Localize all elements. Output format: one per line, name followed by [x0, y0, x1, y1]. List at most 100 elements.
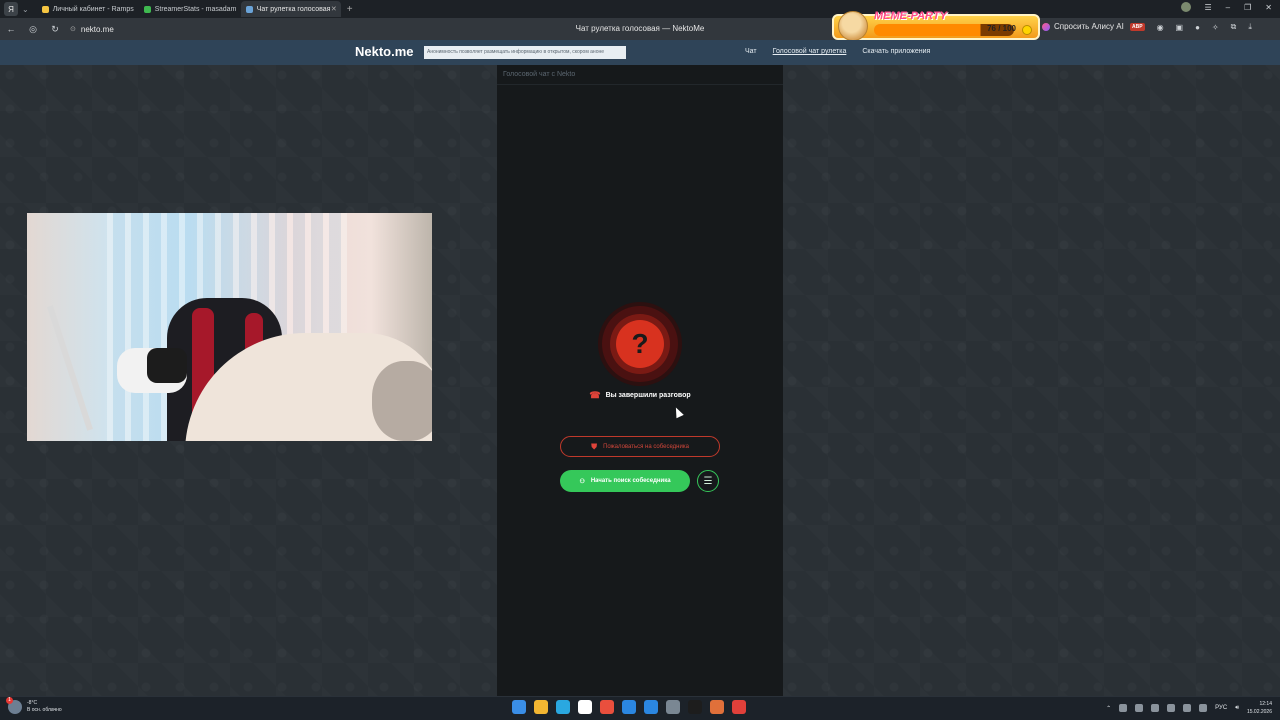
start-search-button[interactable]: ⚇ Начать поиск собеседника [560, 470, 690, 492]
streamerstats-favicon-icon [143, 5, 151, 13]
url-text: nekto.me [80, 24, 114, 34]
tab-label: Чат рулетка голосовая [256, 5, 331, 13]
call-ended-text: Вы завершили разговор [605, 392, 691, 399]
doge-icon [838, 11, 868, 41]
question-mark: ? [616, 320, 664, 368]
weather-widget[interactable]: 1 -8°C В осн. облачно [6, 697, 62, 714]
menu-icon[interactable]: ☰ [1205, 3, 1212, 12]
extension-icons: ABP ◉ ▣ ● ✧ ⧉ ⤓ [1130, 22, 1252, 32]
anonymity-notice: Анонимность позволяет размещать информац… [424, 46, 626, 59]
webcam-head [372, 361, 432, 441]
tab-close-icon[interactable]: ✕ [331, 5, 337, 13]
webcam-mic-head [147, 348, 187, 383]
taskbar-app-icon[interactable] [534, 700, 548, 714]
weather-temperature: -8°C [27, 700, 38, 706]
system-tray: ⌃ РУС 🔊︎ 12:14 15.02.2026 [1106, 700, 1272, 716]
nav-voice-chat-link[interactable]: Голосовой чат рулетка [773, 48, 847, 55]
tab-label: StreamerStats - masadam [154, 5, 237, 13]
tab-nekto-voice-chat[interactable]: Чат рулетка голосовая ✕ [240, 1, 341, 17]
yandex-home-icon[interactable]: ◎ [22, 24, 44, 35]
clock-time: 12:14 [1259, 701, 1272, 707]
nav-download-apps-link[interactable]: Скачать приложения [862, 48, 930, 55]
extension-icon[interactable]: ◉ [1157, 23, 1164, 32]
tray-chevron-icon[interactable]: ⌃ [1106, 705, 1111, 712]
volume-icon[interactable]: 🔊︎ [1235, 705, 1239, 712]
back-arrow-icon[interactable]: ← [0, 24, 22, 34]
extension-blue-icon[interactable]: ● [1195, 23, 1200, 32]
voice-chat-panel: Голосовой чат с Nekto ? ☎ Вы завершили р… [497, 65, 783, 696]
question-status-icon: ? [602, 306, 678, 382]
new-tab-button[interactable]: + [347, 4, 353, 15]
report-label: Пожаловаться на собеседника [603, 443, 689, 450]
taskbar-app-icon[interactable] [644, 700, 658, 714]
call-ended-status: ☎ Вы завершили разговор [497, 390, 783, 401]
user-search-icon: ⚇ [579, 478, 585, 485]
bookmark-icon[interactable]: ▣ [1176, 23, 1184, 32]
minimize-icon[interactable]: – [1226, 3, 1230, 12]
tab-list-chevron-icon[interactable]: ⌄ [22, 5, 29, 14]
report-partner-button[interactable]: ⛊ Пожаловаться на собеседника [560, 436, 720, 457]
tray-app-icon[interactable] [1119, 704, 1128, 712]
clock[interactable]: 12:14 15.02.2026 [1247, 700, 1272, 716]
taskbar-app-icon[interactable] [688, 700, 702, 714]
weather-description: В осн. облачно [27, 707, 62, 713]
url-field[interactable]: ⊙ nekto.me [70, 25, 114, 34]
weather-badge: 1 [6, 697, 13, 704]
window-controls: ☰ – ❐ ✕ [1180, 2, 1272, 12]
taskbar-app-icon[interactable] [622, 700, 636, 714]
taskbar-apps [512, 700, 746, 714]
meme-party-title: MEME-PARTY [874, 10, 947, 22]
windows-taskbar: 1 -8°C В осн. облачно ⌃ РУС 🔊︎ 12:14 15.… [0, 696, 1280, 720]
nekto-logo[interactable]: Nekto.me [355, 44, 414, 59]
tray-app-icon[interactable] [1151, 704, 1160, 712]
taskbar-app-icon[interactable] [666, 700, 680, 714]
tray-app-icon[interactable] [1167, 704, 1176, 712]
restore-icon[interactable]: ❐ [1244, 3, 1251, 12]
shield-icon: ⛊ [591, 441, 598, 451]
search-settings-button[interactable]: ☰ [697, 470, 719, 492]
question-ring: ? [610, 314, 670, 374]
meme-party-score: 76 / 100 [987, 24, 1016, 33]
site-nav: Чат Голосовой чат рулетка Скачать прилож… [745, 48, 930, 55]
ask-alice-button[interactable]: Спросить Алису AI [1042, 22, 1124, 31]
nekto-favicon-icon [245, 5, 253, 13]
collections-icon[interactable]: ⧉ [1231, 22, 1237, 32]
nav-chat-link[interactable]: Чат [745, 48, 757, 55]
taskbar-app-icon[interactable] [556, 700, 570, 714]
tray-app-icon[interactable] [1183, 704, 1192, 712]
taskbar-app-icon[interactable] [512, 700, 526, 714]
reload-icon[interactable]: ↻ [44, 24, 66, 35]
tab-ramps[interactable]: Личный кабинет - Ramps [37, 1, 137, 17]
adblock-plus-icon[interactable]: ABP [1130, 23, 1145, 31]
weather-cloud-icon: 1 [6, 697, 22, 714]
close-window-icon[interactable]: ✕ [1265, 3, 1272, 12]
alice-icon [1042, 22, 1050, 31]
meme-party-widget[interactable]: MEME-PARTY 76 / 100 [832, 10, 1040, 41]
clock-date: 15.02.2026 [1246, 709, 1272, 715]
tray-app-icon[interactable] [1199, 704, 1208, 712]
panel-title: Голосовой чат с Nekto [497, 65, 783, 85]
webcam-preview [27, 213, 432, 441]
weather-text: -8°C В осн. облачно [27, 700, 62, 714]
taskbar-app-icon[interactable] [732, 700, 746, 714]
site-info-icon[interactable]: ⊙ [70, 25, 76, 33]
downloads-icon[interactable]: ⤓ [1248, 22, 1252, 32]
site-header: Nekto.me Анонимность позволяет размещать… [0, 40, 1280, 65]
taskbar-app-icon[interactable] [578, 700, 592, 714]
language-indicator[interactable]: РУС [1215, 705, 1227, 711]
coin-icon [1022, 25, 1032, 35]
taskbar-app-icon[interactable] [600, 700, 614, 714]
extensions-puzzle-icon[interactable]: ✧ [1212, 23, 1219, 32]
browser-tab-bar: Я ⌄ Личный кабинет - Ramps StreamerStats… [0, 0, 1280, 18]
taskbar-app-icon[interactable] [710, 700, 724, 714]
sliders-icon: ☰ [703, 475, 713, 487]
profile-avatar[interactable] [1180, 2, 1191, 12]
browser-logo-icon[interactable]: Я [4, 2, 18, 16]
tab-label: Личный кабинет - Ramps [52, 5, 134, 13]
webcam-mic-arm [47, 305, 93, 431]
ramps-favicon-icon [41, 5, 49, 13]
tray-app-icon[interactable] [1135, 704, 1144, 712]
tab-streamerstats[interactable]: StreamerStats - masadam [139, 1, 239, 17]
ask-alice-label: Спросить Алису AI [1054, 22, 1124, 31]
search-label: Начать поиск собеседника [590, 478, 671, 484]
